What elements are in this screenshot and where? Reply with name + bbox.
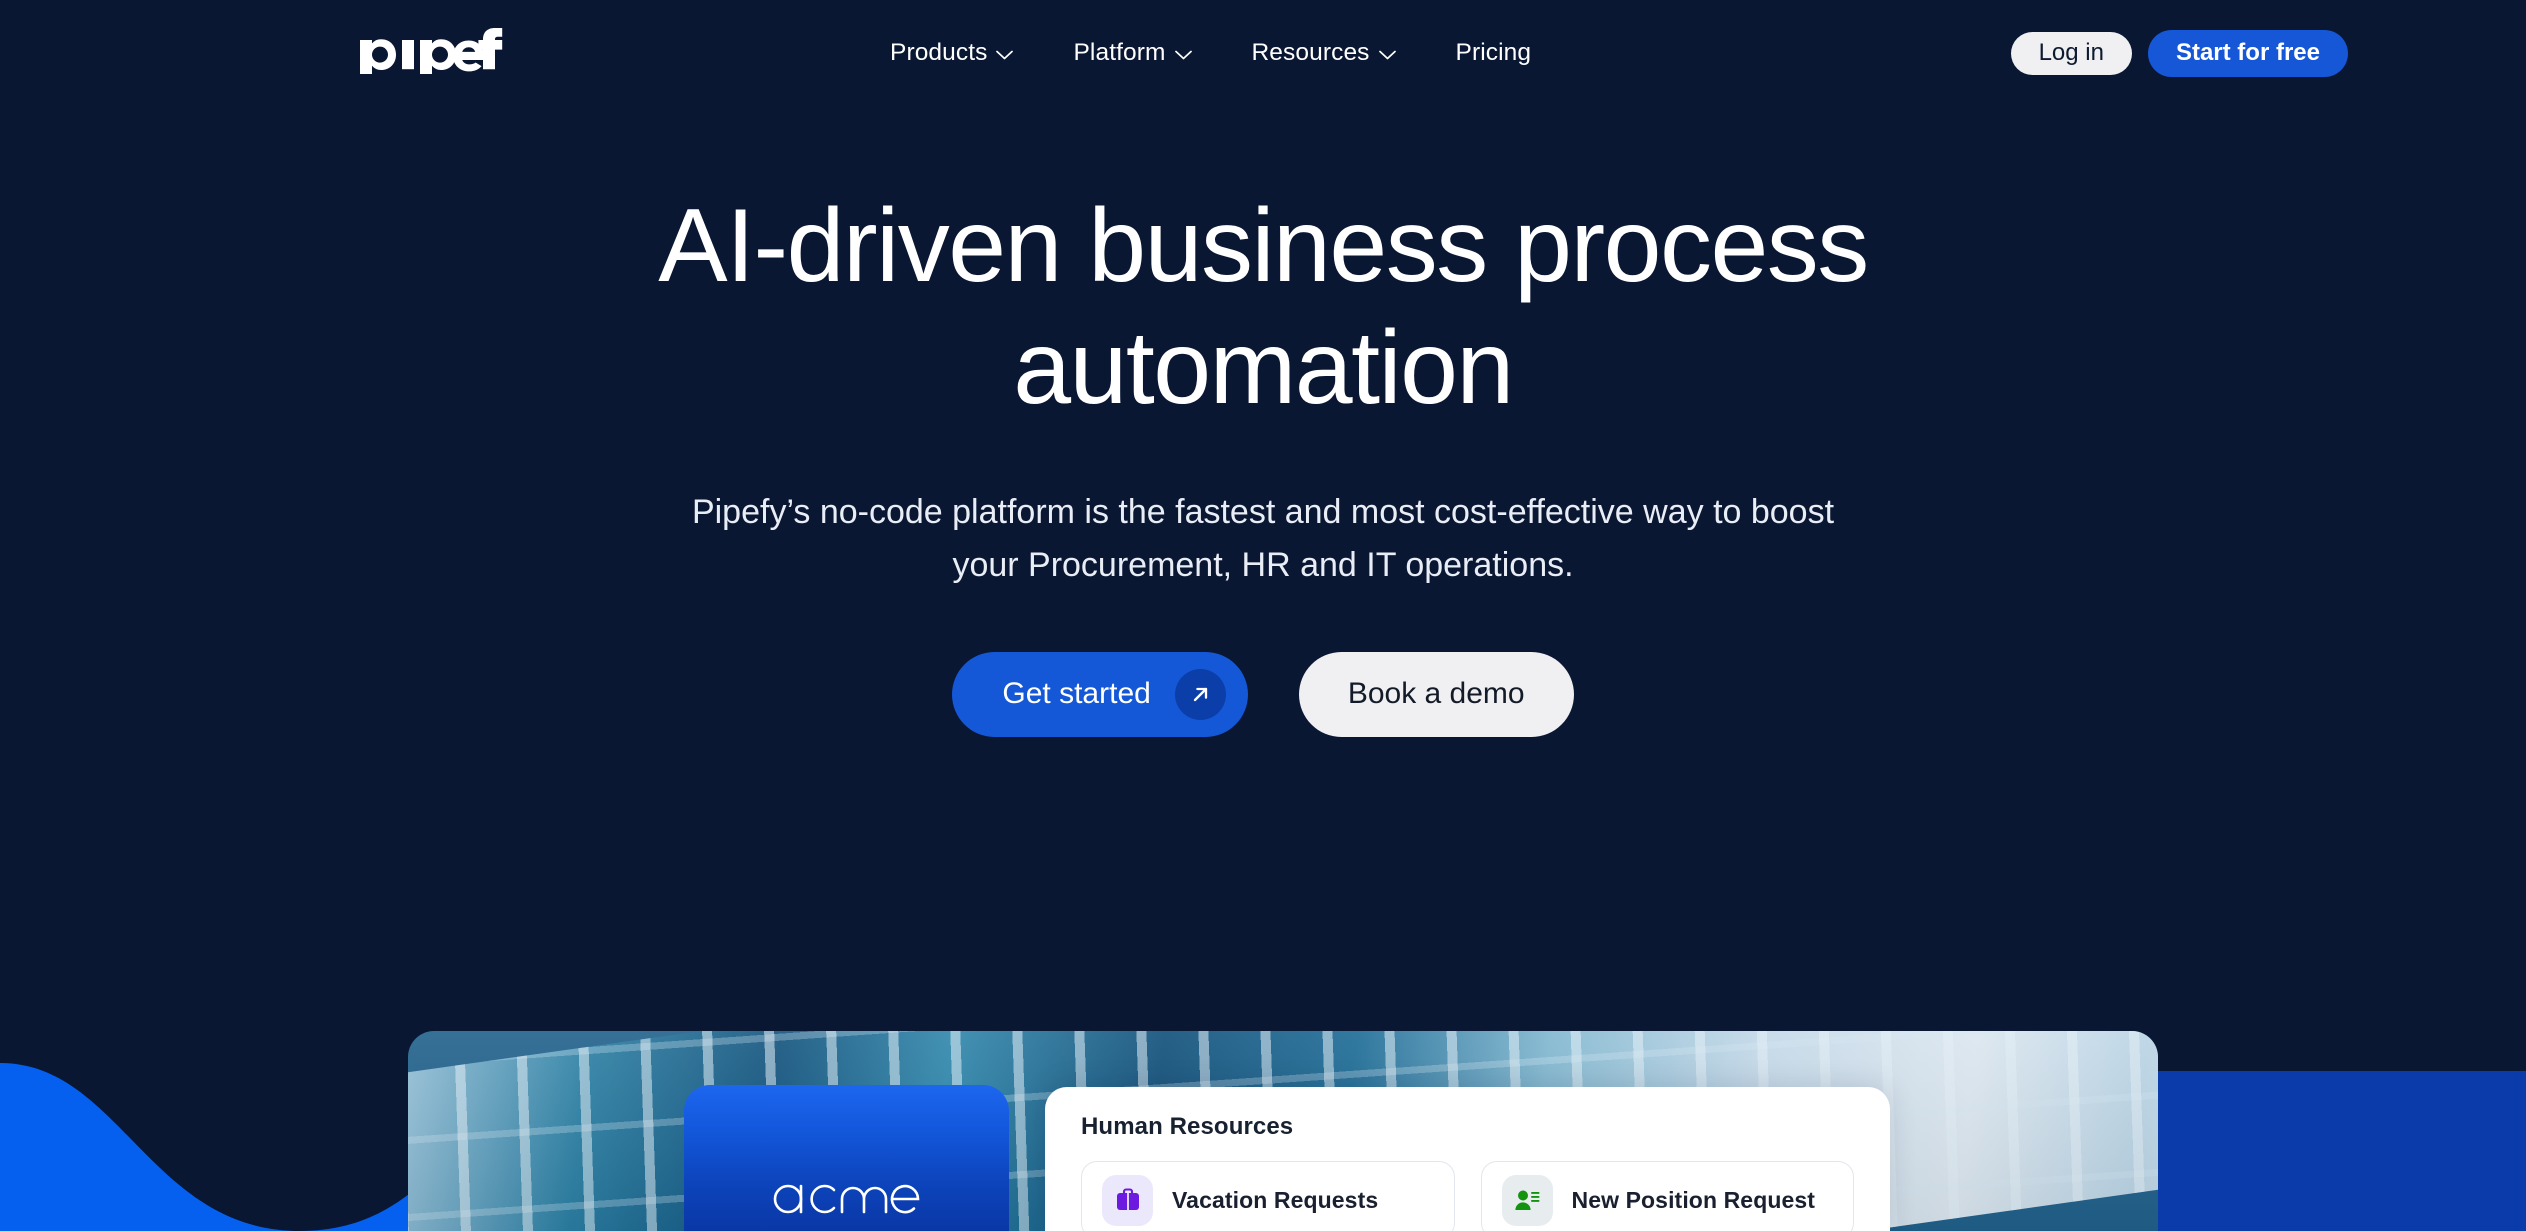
process-tile-label: Vacation Requests: [1172, 1186, 1379, 1213]
hero-subtitle: Pipefy’s no-code platform is the fastest…: [691, 493, 1835, 585]
pipefy-logo-icon: [360, 28, 503, 74]
header-actions: Log in Start for free: [2010, 0, 2348, 106]
nav-item-label: Pricing: [1455, 39, 1532, 66]
site-header: Products Platform Resources Pricing Log …: [0, 0, 2526, 106]
panel-title: Human Resources: [1081, 1113, 1294, 1140]
suitcase-icon: [1102, 1174, 1153, 1226]
nav-item-platform[interactable]: Platform: [1073, 39, 1192, 67]
nav-item-label: Resources: [1251, 39, 1370, 66]
acme-logo-icon: [773, 1184, 919, 1214]
process-tile-new-position-request[interactable]: New Position Request: [1480, 1161, 1854, 1231]
nav-item-products[interactable]: Products: [890, 39, 1014, 67]
chevron-down-icon: [1174, 50, 1192, 60]
process-tile-label: New Position Request: [1571, 1186, 1816, 1213]
nav-item-resources[interactable]: Resources: [1252, 39, 1396, 67]
primary-navigation: Products Platform Resources Pricing: [890, 0, 1531, 106]
page-title: AI-driven business process automation: [658, 188, 1869, 426]
get-started-label: Get started: [1002, 677, 1151, 711]
process-tile-grid: Vacation Requests New Position Request: [1081, 1161, 1854, 1231]
nav-item-pricing[interactable]: Pricing: [1456, 39, 1532, 67]
arrow-up-right-icon: [1174, 668, 1226, 720]
log-in-button[interactable]: Log in: [2010, 31, 2132, 75]
human-resources-panel: Human Resources Vacation Requests New Po…: [1045, 1087, 1890, 1231]
hero-cta-group: Get started Book a demo: [952, 651, 1574, 737]
process-tile-vacation-requests[interactable]: Vacation Requests: [1081, 1161, 1455, 1231]
start-for-free-button[interactable]: Start for free: [2147, 29, 2348, 77]
pipefy-logo[interactable]: [358, 26, 503, 76]
get-started-button[interactable]: Get started: [952, 651, 1248, 737]
person-list-icon: [1501, 1174, 1553, 1226]
book-a-demo-button[interactable]: Book a demo: [1298, 651, 1574, 737]
hero-section: AI-driven business process automation Pi…: [0, 0, 2526, 1010]
acme-company-card: [684, 1085, 1009, 1231]
nav-item-label: Products: [890, 39, 988, 66]
chevron-down-icon: [1378, 50, 1396, 60]
nav-item-label: Platform: [1073, 39, 1166, 66]
chevron-down-icon: [996, 50, 1014, 60]
